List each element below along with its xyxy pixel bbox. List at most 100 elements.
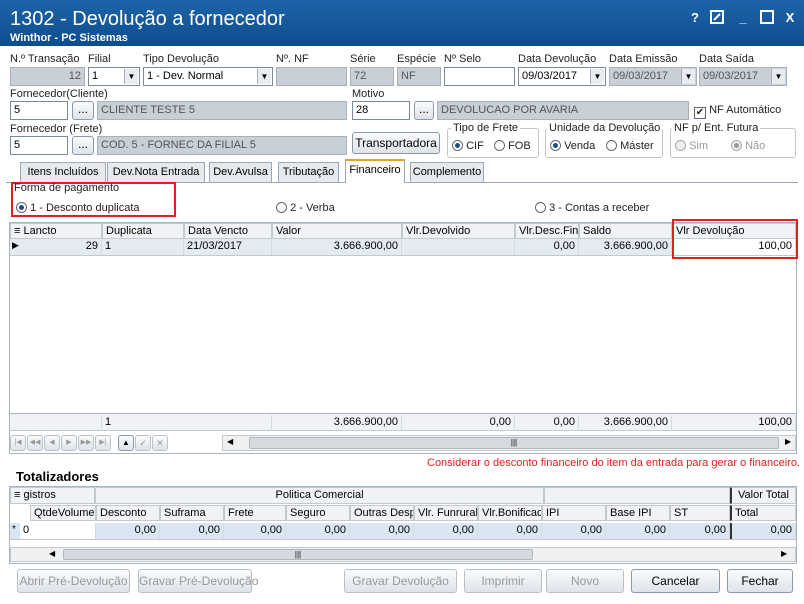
- fornecedor-cliente-code[interactable]: 5: [10, 101, 68, 120]
- vlr-devolucao-highlight: [672, 219, 798, 259]
- especie-label: Espécie: [397, 53, 437, 65]
- radio-icon: [675, 140, 686, 151]
- minimize-icon[interactable]: _: [734, 10, 752, 26]
- scroll-right-icon[interactable]: ▶: [785, 437, 791, 446]
- cancel-record-button[interactable]: ✕: [152, 435, 168, 451]
- novo-button[interactable]: Novo: [546, 569, 624, 593]
- next-record-button[interactable]: ▶: [61, 435, 77, 451]
- forma-contas-receber-radio[interactable]: 3 - Contas a receber: [535, 202, 649, 214]
- cancelar-button[interactable]: Cancelar: [631, 569, 720, 593]
- tipo-devolucao-select[interactable]: 1 - Dev. Normal ▼: [143, 67, 273, 86]
- cell-valor: 3.666.900,00: [272, 239, 402, 255]
- motivo-label: Motivo: [352, 88, 385, 100]
- tipo-frete-label: Tipo de Frete: [451, 122, 521, 134]
- cell-desconto: 0,00: [96, 523, 160, 539]
- scroll-left-icon[interactable]: ◀: [49, 549, 55, 558]
- col-ipi[interactable]: IPI: [542, 505, 606, 521]
- tab-dev-avulsa[interactable]: Dev.Avulsa: [209, 162, 272, 182]
- col-duplicata[interactable]: Duplicata: [102, 223, 184, 239]
- nf-futura-nao-radio: Não: [731, 140, 765, 152]
- cell-qtde-volume: 0: [20, 523, 96, 539]
- tab-dev-nota-entrada[interactable]: Dev.Nota Entrada: [107, 162, 205, 182]
- col-vlr-bonificad[interactable]: Vlr.Bonificad: [478, 505, 542, 521]
- scroll-left-icon[interactable]: ◀: [227, 437, 233, 446]
- col-total[interactable]: Total: [730, 505, 796, 521]
- close-icon[interactable]: X: [781, 10, 799, 26]
- restore-icon[interactable]: [708, 10, 726, 26]
- col-suframa[interactable]: Suframa: [160, 505, 224, 521]
- edit-record-button[interactable]: ▲: [118, 435, 134, 451]
- scroll-thumb[interactable]: |||: [249, 437, 779, 449]
- first-record-button[interactable]: |◀: [10, 435, 26, 451]
- fechar-button[interactable]: Fechar: [727, 569, 793, 593]
- col-data-vencto[interactable]: Data Vencto: [184, 223, 272, 239]
- title-bar: 1302 - Devolução a fornecedor Winthor - …: [0, 0, 804, 46]
- radio-icon: [535, 202, 546, 213]
- scroll-right-icon[interactable]: ▶: [781, 549, 787, 558]
- frete-fob-radio[interactable]: FOB: [494, 140, 531, 152]
- col-seguro[interactable]: Seguro: [286, 505, 350, 521]
- motivo-lookup-button[interactable]: ...: [414, 101, 434, 120]
- cell-suframa: 0,00: [160, 523, 224, 539]
- col-vlr-desc-fin[interactable]: Vlr.Desc.Fin: [515, 223, 579, 239]
- maximize-icon[interactable]: [758, 10, 776, 26]
- nf-futura-sim-radio: Sim: [675, 140, 708, 152]
- col-lancto[interactable]: ≡ Lancto: [10, 223, 102, 239]
- fornecedor-cliente-lookup-button[interactable]: ...: [72, 101, 94, 120]
- data-devolucao-field[interactable]: 09/03/2017 ▼: [518, 67, 606, 86]
- gravar-devolucao-button[interactable]: Gravar Devolução: [344, 569, 457, 593]
- gravar-pre-devolucao-button[interactable]: Gravar Pré-Devolução: [138, 569, 258, 593]
- transportadora-button[interactable]: Transportadora: [352, 132, 440, 154]
- motivo-code[interactable]: 28: [352, 101, 410, 120]
- tab-financeiro[interactable]: Financeiro: [345, 159, 405, 183]
- tab-complemento[interactable]: Complemento: [410, 162, 484, 182]
- totalizadores-header-row: QtdeVolume Desconto Suframa Frete Seguro…: [10, 505, 796, 522]
- window-subtitle: Winthor - PC Sistemas: [10, 32, 128, 44]
- frete-cif-radio[interactable]: CIF: [452, 140, 484, 152]
- filial-select[interactable]: 1 ▼: [88, 67, 140, 86]
- cell-vlr-devolvido: [402, 239, 515, 255]
- forma-verba-radio[interactable]: 2 - Verba: [276, 202, 335, 214]
- totalizadores-horizontal-scrollbar[interactable]: ◀ ||| ▶: [10, 547, 796, 562]
- col-outras-desp[interactable]: Outras Desp: [350, 505, 414, 521]
- help-icon[interactable]: ?: [686, 10, 704, 26]
- table-row[interactable]: * 0 0,00 0,00 0,00 0,00 0,00 0,00 0,00 0…: [10, 523, 796, 540]
- financeiro-hint: Considerar o desconto financeiro do item…: [427, 457, 801, 469]
- col-base-ipi[interactable]: Base IPI: [606, 505, 670, 521]
- scroll-thumb[interactable]: |||: [63, 549, 533, 560]
- col-saldo[interactable]: Saldo: [579, 223, 672, 239]
- cell-ipi: 0,00: [542, 523, 606, 539]
- selo-field[interactable]: [444, 67, 515, 86]
- unidade-venda-radio[interactable]: Venda: [550, 140, 595, 152]
- transacao-label: N.º Transação: [10, 53, 80, 65]
- col-valor[interactable]: Valor: [272, 223, 402, 239]
- imprimir-button[interactable]: Imprimir: [464, 569, 542, 593]
- grid-navigator: |◀ ◀◀ ◀ ▶ ▶▶ ▶| ▲ ✓ ✕: [10, 435, 170, 451]
- nf-automatico-checkbox[interactable]: ✔ NF Automático: [694, 104, 781, 119]
- prior-page-button[interactable]: ◀◀: [27, 435, 43, 451]
- fornecedor-frete-code[interactable]: 5: [10, 136, 68, 155]
- next-page-button[interactable]: ▶▶: [78, 435, 94, 451]
- fornecedor-frete-lookup-button[interactable]: ...: [72, 136, 94, 155]
- row-indicator-icon: ▶: [12, 240, 19, 250]
- col-vlr-funrural[interactable]: Vlr. Funrural: [414, 505, 478, 521]
- serie-label: Série: [350, 53, 376, 65]
- prior-record-button[interactable]: ◀: [44, 435, 60, 451]
- col-st[interactable]: ST: [670, 505, 730, 521]
- abrir-pre-devolucao-button[interactable]: Abrir Pré-Devolução: [17, 569, 130, 593]
- col-desconto[interactable]: Desconto: [96, 505, 160, 521]
- last-record-button[interactable]: ▶|: [95, 435, 111, 451]
- forma-desconto-duplicata-radio[interactable]: 1 - Desconto duplicata: [16, 202, 140, 214]
- nf-field: [276, 67, 347, 86]
- cell-base-ipi: 0,00: [606, 523, 670, 539]
- col-frete[interactable]: Frete: [224, 505, 286, 521]
- tab-tributacao[interactable]: Tributação: [278, 162, 339, 182]
- footer-lancto: [10, 415, 102, 431]
- col-qtde-volume[interactable]: QtdeVolume: [30, 505, 96, 521]
- cell-vlr-bonificad: 0,00: [478, 523, 542, 539]
- grid-horizontal-scrollbar[interactable]: ◀ ||| ▶: [222, 435, 796, 451]
- unidade-master-radio[interactable]: Máster: [606, 140, 654, 152]
- tab-itens-incluidos[interactable]: Itens Incluídos: [20, 162, 106, 182]
- post-record-button[interactable]: ✓: [135, 435, 151, 451]
- col-vlr-devolvido[interactable]: Vlr.Devolvido: [402, 223, 515, 239]
